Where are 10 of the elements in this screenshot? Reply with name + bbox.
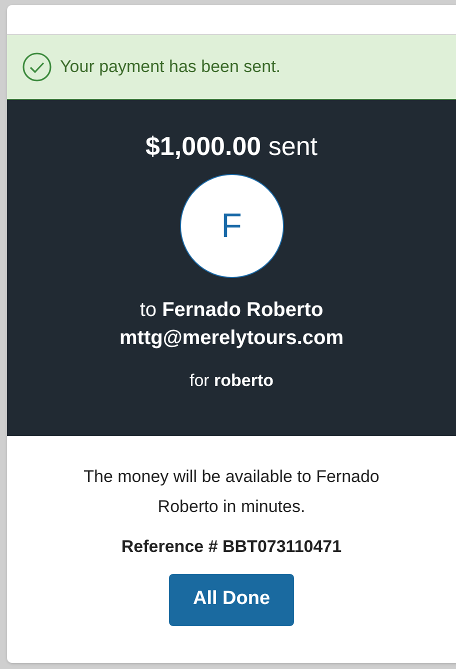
payment-note: for roberto <box>189 370 274 392</box>
avatar: F <box>180 174 284 278</box>
availability-message: The money will be available to Fernado Roberto in minutes. <box>82 466 380 518</box>
check-circle-icon <box>22 52 52 82</box>
done-button[interactable]: All Done <box>169 574 294 626</box>
reference-number: Reference # BBT073110471 <box>121 536 342 558</box>
recipient-name: to Fernado Roberto <box>140 298 324 323</box>
alert-message: Your payment has been sent. <box>60 56 281 78</box>
recipient-email: mttg@merelytours.com <box>120 326 344 351</box>
amount-heading: $1,000.00 sent <box>145 130 318 162</box>
